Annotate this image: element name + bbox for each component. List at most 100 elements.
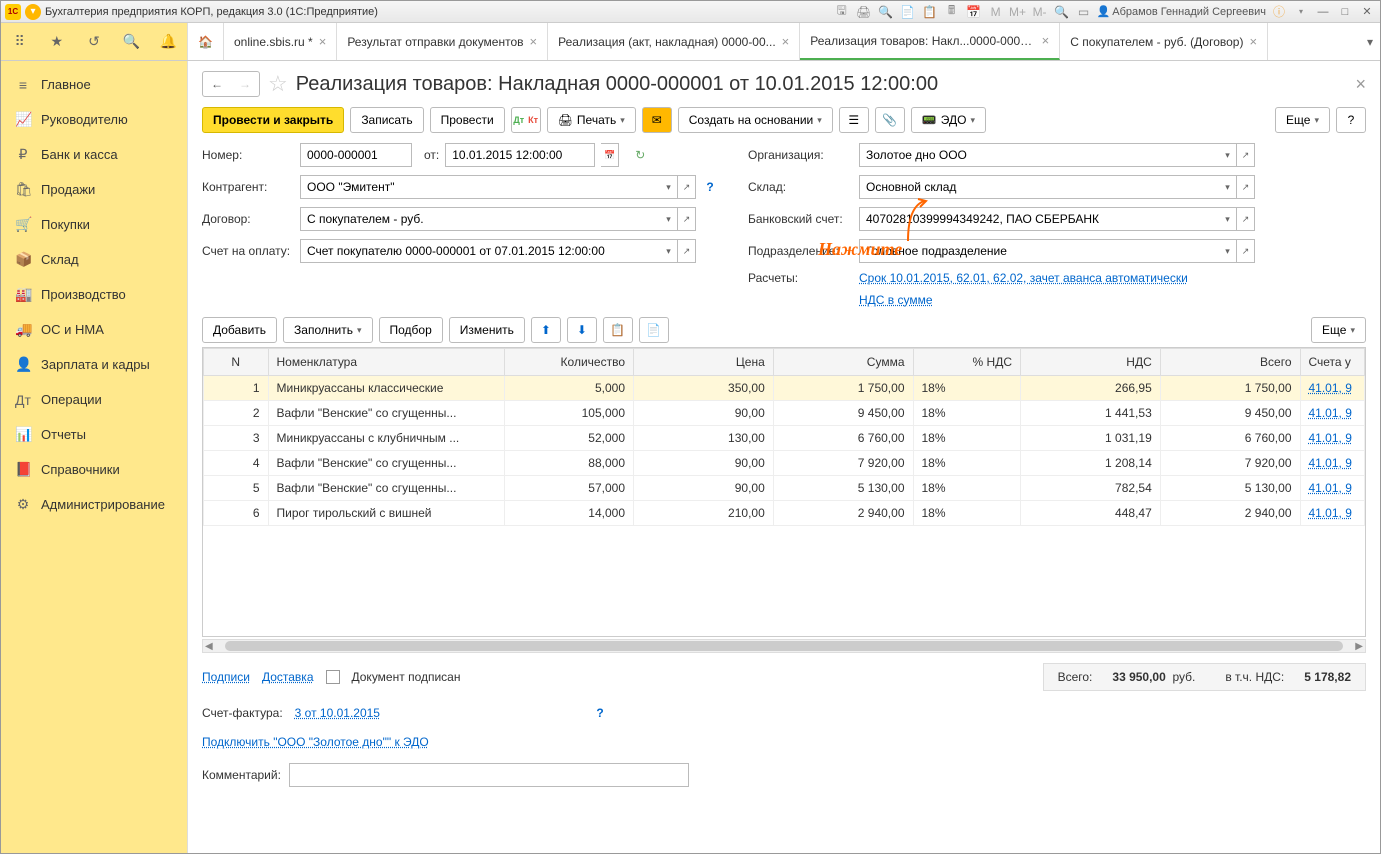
close-tab-icon[interactable]: ×: [1249, 34, 1257, 49]
info-icon[interactable]: ⓘ: [1270, 3, 1288, 21]
help-icon[interactable]: ?: [702, 179, 718, 195]
dropdown-icon[interactable]: ▾: [660, 239, 678, 263]
structure-icon[interactable]: ☰: [839, 107, 869, 133]
tab[interactable]: Реализация товаров: Накл...0000-000001×: [800, 23, 1060, 60]
sidebar-item[interactable]: 📈Руководителю: [1, 102, 187, 137]
select-button[interactable]: Подбор: [379, 317, 443, 343]
open-icon[interactable]: ↗: [1237, 143, 1255, 167]
sidebar-item[interactable]: 🛒Покупки: [1, 207, 187, 242]
compare-icon[interactable]: 📄: [899, 3, 917, 21]
scroll-right-icon[interactable]: ▶: [1355, 641, 1363, 652]
preview-icon[interactable]: 🔍: [877, 3, 895, 21]
column-header[interactable]: Сумма: [773, 349, 913, 376]
copy-rows-icon[interactable]: 📋: [603, 317, 633, 343]
minimize-icon[interactable]: —: [1314, 4, 1332, 20]
back-button[interactable]: ←: [203, 72, 231, 96]
tabs-more-icon[interactable]: ▾: [1360, 23, 1380, 60]
open-icon[interactable]: ↗: [1237, 207, 1255, 231]
bell-icon[interactable]: 🔔: [158, 32, 178, 52]
zoom-icon[interactable]: 🔍: [1053, 3, 1071, 21]
sidebar-item[interactable]: 👤Зарплата и кадры: [1, 347, 187, 382]
column-header[interactable]: Количество: [505, 349, 634, 376]
column-header[interactable]: Всего: [1160, 349, 1300, 376]
dropdown-icon[interactable]: ▾: [1219, 239, 1237, 263]
move-up-icon[interactable]: ⬆: [531, 317, 561, 343]
info-dropdown-icon[interactable]: ▾: [1292, 3, 1310, 21]
dropdown-icon[interactable]: ▾: [660, 207, 678, 231]
calendar-icon[interactable]: 📅: [965, 3, 983, 21]
favorite-star-icon[interactable]: ☆: [268, 71, 288, 97]
account-link[interactable]: 41.01, 9: [1300, 401, 1365, 426]
sidebar-item[interactable]: ДтОперации: [1, 382, 187, 417]
data-grid[interactable]: NНоменклатураКоличествоЦенаСумма% НДСНДС…: [202, 347, 1366, 637]
close-tab-icon[interactable]: ×: [782, 34, 790, 49]
m-icon[interactable]: M: [987, 3, 1005, 21]
contractor-input[interactable]: [300, 175, 660, 199]
close-window-icon[interactable]: ✕: [1358, 4, 1376, 20]
number-input[interactable]: [300, 143, 412, 167]
table-row[interactable]: 3Миникруассаны с клубничным ...52,000130…: [204, 426, 1365, 451]
column-header[interactable]: N: [204, 349, 269, 376]
invoice-input[interactable]: [300, 239, 660, 263]
h-scrollbar[interactable]: ◀ ▶: [202, 639, 1366, 653]
close-tab-icon[interactable]: ×: [319, 34, 327, 49]
print-icon[interactable]: 🖨: [855, 3, 873, 21]
invoice-issued-link[interactable]: 3 от 10.01.2015: [295, 706, 380, 720]
close-tab-icon[interactable]: ×: [530, 34, 538, 49]
create-on-basis-button[interactable]: Создать на основании ▾: [678, 107, 833, 133]
help-icon[interactable]: ?: [592, 705, 608, 721]
dtkt-icon[interactable]: ДтКт: [511, 107, 541, 133]
account-link[interactable]: 41.01, 9: [1300, 501, 1365, 526]
account-link[interactable]: 41.01, 9: [1300, 476, 1365, 501]
attach-icon[interactable]: 📎: [875, 107, 905, 133]
history-icon[interactable]: ↺: [84, 32, 104, 52]
open-icon[interactable]: ↗: [1237, 175, 1255, 199]
tab[interactable]: С покупателем - руб. (Договор)×: [1060, 23, 1268, 60]
table-row[interactable]: 6Пирог тирольский с вишней14,000210,002 …: [204, 501, 1365, 526]
tab[interactable]: online.sbis.ru *×: [224, 23, 337, 60]
sidebar-item[interactable]: ≡Главное: [1, 67, 187, 102]
table-more-button[interactable]: Еще ▾: [1311, 317, 1366, 343]
column-header[interactable]: Цена: [634, 349, 774, 376]
search-icon[interactable]: 🔍: [121, 32, 141, 52]
tab[interactable]: Результат отправки документов×: [337, 23, 548, 60]
print-button[interactable]: 🖨 Печать ▾: [547, 107, 636, 133]
record-button[interactable]: Записать: [350, 107, 423, 133]
table-row[interactable]: 4Вафли "Венские" со сгущенны...88,00090,…: [204, 451, 1365, 476]
forward-button[interactable]: →: [231, 72, 259, 96]
warehouse-input[interactable]: [859, 175, 1219, 199]
change-button[interactable]: Изменить: [449, 317, 525, 343]
column-header[interactable]: Счета у: [1300, 349, 1365, 376]
vat-link[interactable]: НДС в сумме: [859, 293, 933, 307]
more-button[interactable]: Еще ▾: [1275, 107, 1330, 133]
column-header[interactable]: % НДС: [913, 349, 1021, 376]
tab[interactable]: Реализация (акт, накладная) 0000-00...×: [548, 23, 800, 60]
mplus-icon[interactable]: M+: [1009, 3, 1027, 21]
scroll-left-icon[interactable]: ◀: [205, 641, 213, 652]
comment-input[interactable]: [289, 763, 689, 787]
apps-icon[interactable]: ⠿: [10, 32, 30, 52]
dropdown-icon[interactable]: ▾: [1219, 175, 1237, 199]
delivery-link[interactable]: Доставка: [262, 670, 314, 684]
open-icon[interactable]: ↗: [678, 175, 696, 199]
account-link[interactable]: 41.01, 9: [1300, 451, 1365, 476]
open-icon[interactable]: ↗: [1237, 239, 1255, 263]
date-input[interactable]: [445, 143, 595, 167]
maximize-icon[interactable]: □: [1336, 4, 1354, 20]
help-button[interactable]: ?: [1336, 107, 1366, 133]
mail-icon[interactable]: ✉: [642, 107, 672, 133]
column-header[interactable]: НДС: [1021, 349, 1161, 376]
post-and-close-button[interactable]: Провести и закрыть: [202, 107, 344, 133]
edo-button[interactable]: 📟 ЭДО ▾: [911, 107, 986, 133]
table-row[interactable]: 1Миникруассаны классические5,000350,001 …: [204, 376, 1365, 401]
refresh-icon[interactable]: ↻: [635, 148, 645, 162]
dropdown-icon[interactable]: ▾: [660, 175, 678, 199]
sidebar-item[interactable]: ₽Банк и касса: [1, 137, 187, 172]
sidebar-item[interactable]: 📦Склад: [1, 242, 187, 277]
home-tab[interactable]: 🏠: [188, 23, 224, 60]
sidebar-item[interactable]: 🛍Продажи: [1, 172, 187, 207]
move-down-icon[interactable]: ⬇: [567, 317, 597, 343]
paste-rows-icon[interactable]: 📄: [639, 317, 669, 343]
copy-icon[interactable]: 📋: [921, 3, 939, 21]
calc-icon[interactable]: 🖩: [943, 3, 961, 21]
